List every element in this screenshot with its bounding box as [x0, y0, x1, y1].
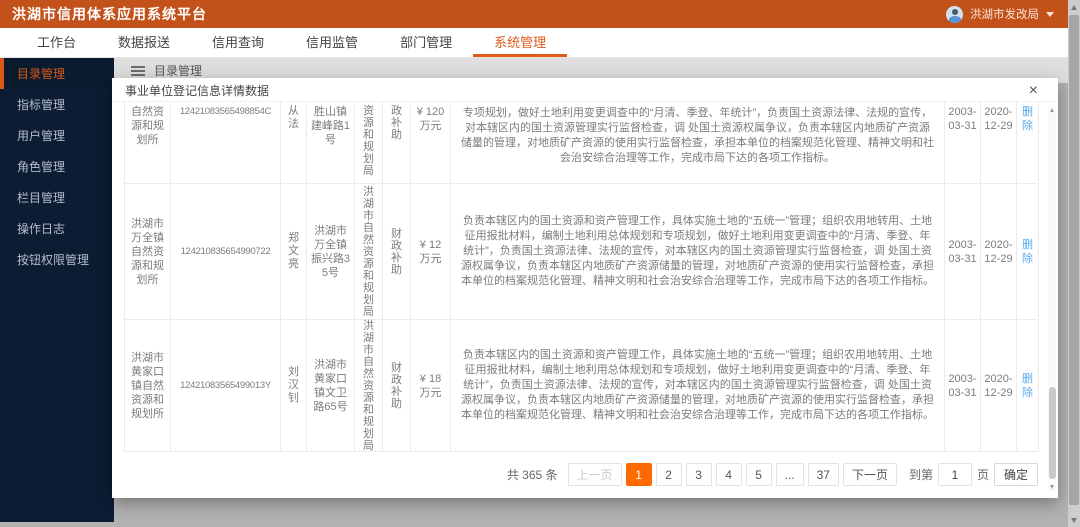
cell-funding-type: 财政补助: [382, 184, 410, 319]
cell-credit-code: 12421083565499013Y: [170, 320, 280, 451]
goto-confirm-button[interactable]: 确定: [993, 463, 1038, 486]
breadcrumb-label: 目录管理: [154, 64, 203, 78]
user-menu[interactable]: 洪湖市发改局: [946, 5, 1054, 23]
delete-link[interactable]: 删除: [1016, 102, 1039, 183]
goto-prefix-label: 到第: [908, 468, 933, 482]
app-title: 洪湖市信用体系应用系统平台: [12, 6, 207, 22]
page-scrollbar-thumb[interactable]: [1069, 15, 1079, 505]
sidebar: 目录管理 指标管理 用户管理 角色管理 栏目管理 操作日志 按钮权限管理: [0, 58, 114, 522]
detail-modal: 事业单位登记信息详情数据 × 自然资源和规划所 1242108356549885…: [112, 78, 1058, 498]
page-button-1[interactable]: 1: [625, 463, 652, 486]
sidebar-item-indicator-mgmt[interactable]: 指标管理: [0, 89, 114, 120]
cell-legal-person: 从法: [280, 102, 306, 183]
data-table: 自然资源和规划所 12421083565498854C 从法 胜山镇建峰路1号 …: [124, 102, 1039, 452]
modal-header: 事业单位登记信息详情数据 ×: [112, 78, 1058, 102]
cell-end-date: 2020-12-29: [980, 184, 1016, 319]
sidebar-item-user-mgmt[interactable]: 用户管理: [0, 120, 114, 151]
goto-page-input[interactable]: [937, 463, 972, 486]
cell-start-date: 2003-03-31: [944, 102, 980, 183]
sidebar-item-role-mgmt[interactable]: 角色管理: [0, 151, 114, 182]
scroll-up-icon[interactable]: [1048, 105, 1056, 114]
cell-address: 洪湖市黄家口镇文卫路65号: [306, 320, 354, 451]
cell-org-name: 洪湖市黄家口镇自然资源和规划所: [124, 320, 170, 451]
sidebar-item-catalog-mgmt[interactable]: 目录管理: [0, 58, 114, 89]
tab-department-mgmt[interactable]: 部门管理: [379, 28, 473, 57]
scroll-down-icon[interactable]: [1068, 513, 1080, 527]
cell-amount: ¥ 18 万元: [410, 320, 450, 451]
table-row: 洪湖市黄家口镇自然资源和规划所 12421083565499013Y 刘汉钊 洪…: [124, 320, 1039, 452]
pagination-total: 共 365 条: [506, 468, 558, 482]
cell-credit-code: 124210835654990722: [170, 184, 280, 319]
app-root: 洪湖市信用体系应用系统平台 洪湖市发改局 工作台 数据报送 信用查询 信用监管 …: [0, 0, 1080, 527]
cell-end-date: 2020-12-29: [980, 320, 1016, 451]
page-button-5[interactable]: 5: [745, 463, 772, 486]
tab-system-mgmt[interactable]: 系统管理: [473, 28, 568, 57]
user-avatar-icon: [946, 5, 963, 23]
sidebar-item-button-permission[interactable]: 按钮权限管理: [0, 244, 114, 275]
chevron-down-icon: [1046, 11, 1054, 17]
tab-workbench[interactable]: 工作台: [16, 28, 97, 57]
page-button-37[interactable]: 37: [807, 463, 839, 486]
tab-credit-query[interactable]: 信用查询: [191, 28, 285, 57]
next-page-button[interactable]: 下一页: [842, 463, 897, 486]
top-header-bar: 洪湖市信用体系应用系统平台 洪湖市发改局: [0, 0, 1080, 28]
cell-funding-type: 政补助: [382, 102, 410, 183]
page-button-2[interactable]: 2: [655, 463, 682, 486]
pagination-bar: 共 365 条 上一页 1 2 3 4 5 ... 37 下一页 到第 页 确定: [112, 463, 1058, 486]
delete-link[interactable]: 删除: [1016, 320, 1039, 451]
user-name: 洪湖市发改局: [970, 9, 1039, 21]
main-nav: 工作台 数据报送 信用查询 信用监管 部门管理 系统管理: [0, 28, 1080, 58]
prev-page-button[interactable]: 上一页: [567, 463, 622, 486]
cell-supervisor-dept: 洪湖市自然资源和规划局: [354, 320, 382, 452]
modal-scrollbar[interactable]: [1048, 105, 1056, 491]
cell-org-name: 洪湖市万全镇自然资源和规划所: [124, 184, 170, 319]
sidebar-item-column-mgmt[interactable]: 栏目管理: [0, 182, 114, 213]
page-button-3[interactable]: 3: [685, 463, 712, 486]
cell-start-date: 2003-03-31: [944, 184, 980, 319]
tab-data-report[interactable]: 数据报送: [97, 28, 191, 57]
scroll-down-icon[interactable]: [1048, 482, 1056, 491]
cell-legal-person: 郑文亮: [280, 184, 306, 319]
cell-amount: ¥ 120 万元: [410, 102, 450, 183]
cell-legal-person: 刘汉钊: [280, 320, 306, 451]
page-scrollbar[interactable]: [1068, 0, 1080, 527]
cell-supervisor-dept: 洪湖市自然资源和规划局: [354, 184, 382, 319]
table-row: 洪湖市万全镇自然资源和规划所 124210835654990722 郑文亮 洪湖…: [124, 184, 1039, 320]
cell-supervisor-dept: 资源和规划局: [354, 102, 382, 183]
scroll-up-icon[interactable]: [1068, 0, 1080, 14]
cell-duty-description: 负责本辖区内的国土资源和资产管理工作，具体实施土地的“五统一”管理；组织农用地转…: [450, 320, 944, 451]
page-ellipsis-button[interactable]: ...: [775, 463, 804, 486]
tab-credit-supervision[interactable]: 信用监管: [285, 28, 379, 57]
cell-start-date: 2003-03-31: [944, 320, 980, 451]
goto-page-group: 到第 页 确定: [909, 463, 1038, 486]
menu-collapse-icon[interactable]: [131, 65, 145, 76]
delete-link[interactable]: 删除: [1016, 184, 1039, 319]
cell-org-name: 自然资源和规划所: [124, 102, 170, 183]
cell-duty-description: 负责本辖区内的国土资源和资产管理工作，具体实施土地的“五统一”管理；组织农用地转…: [450, 184, 944, 319]
cell-credit-code: 12421083565498854C: [170, 102, 280, 183]
sidebar-item-operation-log[interactable]: 操作日志: [0, 213, 114, 244]
cell-end-date: 2020-12-29: [980, 102, 1016, 183]
close-icon[interactable]: ×: [1029, 82, 1038, 98]
page-button-4[interactable]: 4: [715, 463, 742, 486]
modal-scrollbar-thumb[interactable]: [1048, 387, 1056, 479]
cell-duty-description: 专项规划，做好土地利用变更调查中的“月清、季登、年统计”，负责国土资源法律、法规…: [450, 102, 944, 183]
table-row: 自然资源和规划所 12421083565498854C 从法 胜山镇建峰路1号 …: [124, 102, 1039, 184]
cell-funding-type: 财政补助: [382, 320, 410, 451]
cell-address: 胜山镇建峰路1号: [306, 102, 354, 183]
goto-suffix-label: 页: [976, 468, 989, 482]
cell-amount: ¥ 12 万元: [410, 184, 450, 319]
cell-address: 洪湖市万全镇振兴路35号: [306, 184, 354, 319]
modal-title: 事业单位登记信息详情数据: [125, 84, 270, 98]
